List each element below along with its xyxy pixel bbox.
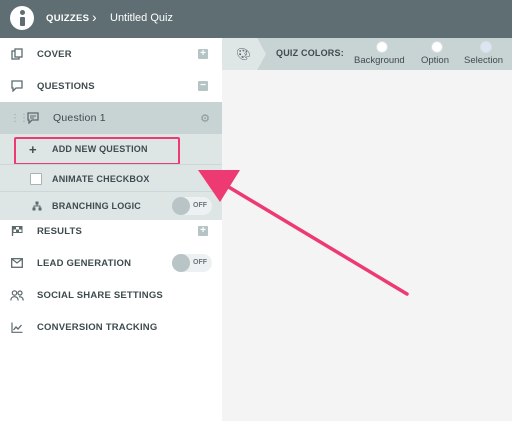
sidebar-item-conversion-tracking[interactable]: CONVERSION TRACKING bbox=[0, 311, 222, 343]
gear-icon[interactable]: ⚙ bbox=[200, 112, 210, 125]
question-title: Question 1 bbox=[53, 112, 106, 124]
sidebar-item-social-share[interactable]: SOCIAL SHARE SETTINGS bbox=[0, 279, 222, 311]
sidebar: COVER + QUESTIONS − ⋮⋮ Question 1 ⚙ + AD… bbox=[0, 38, 223, 421]
users-icon bbox=[10, 288, 24, 302]
sidebar-item-label: CONVERSION TRACKING bbox=[37, 321, 158, 333]
background-swatch-label: Background bbox=[354, 55, 405, 66]
sidebar-item-label: RESULTS bbox=[37, 225, 83, 237]
chat-bubble-icon bbox=[26, 111, 40, 125]
sidebar-item-question-1[interactable]: ⋮⋮ Question 1 ⚙ bbox=[0, 102, 222, 134]
chevron-right-icon: › bbox=[92, 9, 97, 25]
breadcrumb-current-quiz: Untitled Quiz bbox=[110, 12, 173, 24]
top-bar: QUIZZES › Untitled Quiz bbox=[0, 0, 512, 38]
pages-icon bbox=[10, 47, 24, 61]
sidebar-item-label: QUESTIONS bbox=[37, 80, 95, 92]
breadcrumb-quizzes[interactable]: QUIZZES bbox=[46, 13, 89, 24]
sidebar-item-results[interactable]: RESULTS + bbox=[0, 215, 222, 247]
sidebar-item-lead-generation[interactable]: LEAD GENERATION OFF bbox=[0, 247, 222, 279]
animate-checkbox-label: ANIMATE CHECKBOX bbox=[52, 173, 150, 184]
option-swatch-label: Option bbox=[421, 55, 449, 66]
palette-icon: 🎨︎ bbox=[236, 47, 252, 61]
palette-tab[interactable]: 🎨︎ bbox=[222, 38, 266, 70]
chat-bubble-icon bbox=[10, 79, 24, 93]
sidebar-item-label: SOCIAL SHARE SETTINGS bbox=[37, 289, 163, 301]
app-logo-icon[interactable] bbox=[10, 6, 34, 30]
quiz-colors-label: QUIZ COLORS: bbox=[276, 48, 344, 58]
hierarchy-icon bbox=[30, 199, 44, 213]
branching-logic-toggle[interactable]: OFF bbox=[172, 197, 212, 215]
envelope-icon bbox=[10, 256, 24, 270]
collapse-minus-icon[interactable]: − bbox=[198, 81, 208, 91]
background-color-swatch[interactable] bbox=[376, 41, 388, 53]
highlight-box bbox=[14, 137, 180, 165]
animate-checkbox[interactable] bbox=[30, 172, 42, 185]
sidebar-item-questions[interactable]: QUESTIONS − bbox=[0, 70, 222, 102]
lead-generation-toggle[interactable]: OFF bbox=[172, 254, 212, 272]
option-color-swatch[interactable] bbox=[431, 41, 443, 53]
animate-checkbox-row[interactable]: ANIMATE CHECKBOX bbox=[0, 164, 222, 192]
checkered-flag-icon bbox=[10, 224, 24, 238]
expand-plus-icon[interactable]: + bbox=[198, 226, 208, 236]
sidebar-item-cover[interactable]: COVER + bbox=[0, 38, 222, 70]
line-chart-icon bbox=[10, 320, 24, 334]
sidebar-item-label: LEAD GENERATION bbox=[37, 257, 132, 269]
selection-color-swatch[interactable] bbox=[480, 41, 492, 53]
quiz-colors-toolbar: 🎨︎ QUIZ COLORS: Background Option Select… bbox=[222, 38, 512, 70]
branching-logic-label: BRANCHING LOGIC bbox=[52, 201, 141, 211]
quiz-preview-canvas bbox=[222, 70, 512, 421]
expand-plus-icon[interactable]: + bbox=[198, 49, 208, 59]
selection-swatch-label: Selection bbox=[464, 55, 504, 66]
sidebar-item-label: COVER bbox=[37, 48, 72, 60]
